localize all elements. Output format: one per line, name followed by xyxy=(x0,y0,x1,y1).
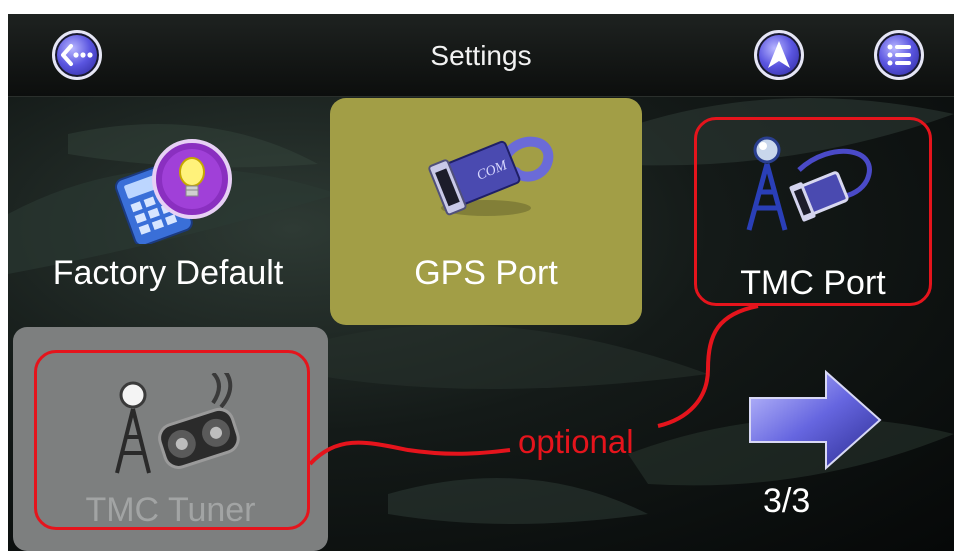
optional-annotation: optional xyxy=(518,423,634,460)
next-page-arrow-icon[interactable] xyxy=(746,368,886,472)
device-screen: Settings Factory Default COM GPS Port TM… xyxy=(8,14,954,551)
page-indicator: 3/3 xyxy=(763,482,811,520)
